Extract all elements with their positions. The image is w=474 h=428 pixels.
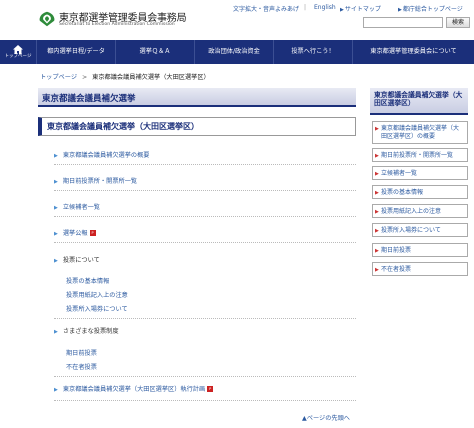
global-nav: トップページ 都内選挙日程/データ 選挙Ｑ＆Ａ 政治団体/政治資金 投票へ行こう… — [0, 40, 474, 64]
divider — [54, 242, 356, 243]
voting-heading: ▶ 投票について — [54, 255, 100, 264]
link-label: 東京都議会議員補欠選挙（大田区選挙区）執行計画 — [62, 386, 206, 393]
page-top-link[interactable]: ▲ページの先頭へ — [302, 413, 350, 422]
link-label: 選挙公報 — [62, 230, 88, 237]
divider — [54, 376, 356, 377]
sidebar-item-label: 東京都議会議員補欠選挙（大田区選挙区）の概要 — [381, 125, 460, 140]
divider — [54, 190, 356, 191]
voting-systems-heading: ▶ さまざまな投票制度 — [54, 326, 119, 335]
link-ballot-notes[interactable]: 投票用紙記入上の注意 — [66, 290, 128, 299]
sidebar-item-voting-basics[interactable]: ▶ 投票の基本情報 — [372, 185, 468, 199]
util-sitemap-link[interactable]: ▶サイトマップ — [340, 4, 381, 13]
sidebar-item-early-voting-locations[interactable]: ▶ 期日前投票所・開票所一覧 — [372, 148, 468, 162]
sidebar-item-overview[interactable]: ▶ 東京都議会議員補欠選挙（大田区選挙区）の概要 — [372, 121, 468, 144]
arrow-right-icon: ▶ — [375, 171, 379, 177]
divider — [54, 318, 356, 319]
breadcrumb: トップページ > 東京都議会議員補欠選挙（大田区選挙区） — [40, 72, 210, 81]
nav-item-political-funds[interactable]: 政治団体/政治資金 — [195, 40, 274, 64]
sidebar-item-ballot-notes[interactable]: ▶ 投票用紙記入上の注意 — [372, 204, 468, 218]
sidebar-item-absentee-voting[interactable]: ▶ 不在者投票 — [372, 262, 468, 276]
section-title-bar: 東京都議会議員補欠選挙（大田区選挙区） — [38, 117, 356, 136]
util-separator: | — [304, 4, 307, 11]
section-title: 東京都議会議員補欠選挙（大田区選挙区） — [47, 122, 199, 131]
link-absentee-voting[interactable]: 不在者投票 — [66, 362, 97, 371]
link-label: 立候補者一覧 — [62, 204, 100, 211]
arrow-right-icon: ▶ — [375, 153, 379, 159]
divider — [54, 164, 356, 165]
link-admission-ticket[interactable]: 投票所入場券について — [66, 304, 128, 313]
pdf-icon: P — [89, 230, 96, 236]
divider — [54, 400, 356, 401]
breadcrumb-top-link[interactable]: トップページ — [40, 74, 77, 81]
site-header: 東京都選挙管理委員会事務局 Secretariat to Election Ad… — [0, 0, 474, 40]
search-button[interactable]: 検索 — [446, 17, 470, 28]
sidebar-item-label: 投票用紙記入上の注意 — [381, 208, 442, 215]
nav-item-about-commission[interactable]: 東京都選挙管理委員会について — [353, 40, 474, 64]
sidebar-item-label: 投票の基本情報 — [381, 189, 424, 196]
arrow-right-icon: ▶ — [375, 209, 379, 215]
divider — [54, 216, 356, 217]
bullet-icon: ▶ — [54, 329, 58, 335]
link-label: 東京都議会議員補欠選挙の概要 — [62, 152, 150, 159]
bullet-icon: ▶ — [54, 179, 58, 185]
nav-home-label: トップページ — [4, 53, 32, 59]
page-title-bar: 東京都議会議員補欠選挙 — [38, 88, 356, 107]
home-icon — [13, 44, 23, 54]
link-early-voting-locations[interactable]: ▶ 期日前投票所・開票所一覧 — [54, 176, 137, 185]
sidebar-item-label: 投票所入場券について — [381, 227, 441, 234]
logo-subtitle: Secretariat to Election Administration C… — [59, 22, 175, 27]
bullet-icon: ▶ — [54, 153, 58, 159]
nav-item-lets-vote[interactable]: 投票へ行こう！ — [274, 40, 353, 64]
sidebar-item-admission-ticket[interactable]: ▶ 投票所入場券について — [372, 223, 468, 237]
arrow-right-icon: ▶ — [375, 190, 379, 196]
sidebar-item-label: 期日前投票所・開票所一覧 — [381, 152, 454, 159]
util-sitemap-label: サイトマップ — [344, 6, 381, 13]
sidebar-item-label: 立候補者一覧 — [381, 170, 418, 177]
bullet-icon: ▶ — [54, 231, 58, 237]
bullet-icon: ▶ — [54, 258, 58, 264]
sidebar-item-label: 不在者投票 — [381, 266, 412, 273]
link-voting-basics[interactable]: 投票の基本情報 — [66, 276, 109, 285]
tokyo-ginkgo-logo-icon — [39, 11, 55, 27]
voting-systems-heading-label: さまざまな投票制度 — [62, 328, 119, 335]
sidebar-heading: 東京都議会議員補欠選挙（大田区選挙区） — [370, 88, 468, 115]
breadcrumb-separator: > — [81, 74, 88, 81]
arrow-right-icon: ▶ — [375, 267, 379, 273]
link-early-voting[interactable]: 期日前投票 — [66, 348, 97, 357]
link-election-overview[interactable]: ▶ 東京都議会議員補欠選挙の概要 — [54, 150, 149, 159]
search-input[interactable] — [363, 17, 443, 28]
page-title: 東京都議会議員補欠選挙 — [42, 94, 136, 104]
link-candidates-list[interactable]: ▶ 立候補者一覧 — [54, 202, 100, 211]
arrow-right-icon: ▶ — [375, 248, 379, 254]
arrow-right-icon: ▶ — [375, 126, 379, 132]
site-logo[interactable]: 東京都選挙管理委員会事務局 Secretariat to Election Ad… — [38, 6, 188, 32]
voting-heading-label: 投票について — [62, 257, 100, 264]
nav-item-election-schedule[interactable]: 都内選挙日程/データ — [37, 40, 116, 64]
arrow-right-icon: ▶ — [340, 7, 344, 13]
nav-home[interactable]: トップページ — [0, 40, 37, 64]
sidebar-item-candidates[interactable]: ▶ 立候補者一覧 — [372, 166, 468, 180]
link-execution-plan[interactable]: ▶ 東京都議会議員補欠選挙（大田区選挙区）執行計画 P — [54, 384, 214, 393]
breadcrumb-current: 東京都議会議員補欠選挙（大田区選挙区） — [92, 74, 210, 81]
link-election-bulletin[interactable]: ▶ 選挙公報 P — [54, 228, 96, 237]
bullet-icon: ▶ — [54, 387, 58, 393]
nav-item-election-qa[interactable]: 選挙Ｑ＆Ａ — [116, 40, 195, 64]
arrow-right-icon: ▶ — [398, 7, 402, 13]
util-english-link[interactable]: English — [314, 4, 336, 11]
util-metro-top-label: 都庁総合トップページ — [402, 6, 463, 13]
sidebar-item-early-voting[interactable]: ▶ 期日前投票 — [372, 243, 468, 257]
link-label: 期日前投票所・開票所一覧 — [62, 178, 138, 185]
pdf-icon: P — [207, 386, 214, 392]
sidebar-item-label: 期日前投票 — [381, 247, 412, 254]
util-metro-top-link[interactable]: ▶都庁総合トップページ — [398, 4, 463, 13]
util-text-size-link[interactable]: 文字拡大・音声よみあげ — [233, 4, 299, 13]
bullet-icon: ▶ — [54, 205, 58, 211]
arrow-right-icon: ▶ — [375, 228, 379, 234]
